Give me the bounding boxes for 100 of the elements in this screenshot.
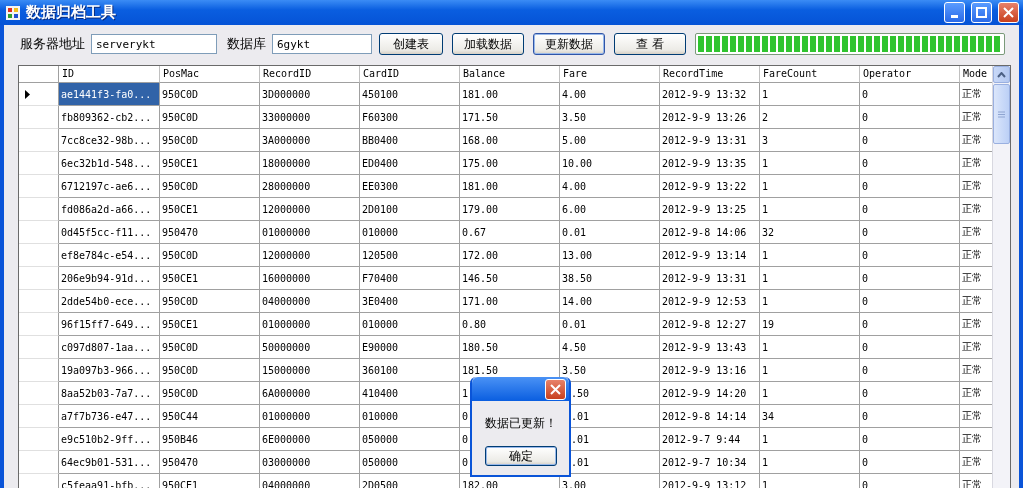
table-cell: F60300 [360,106,460,129]
close-button[interactable] [545,378,566,400]
table-cell: BB0400 [360,129,460,152]
table-cell: 3.50 [560,359,660,382]
table-cell: 2012-9-9 13:16 [660,359,760,382]
table-cell: 2012-9-8 12:27 [660,313,760,336]
grip-icon [998,110,1005,118]
table-cell: 2012-9-9 14:20 [660,382,760,405]
table-cell: F70400 [360,267,460,290]
toolbar-button[interactable]: 创建表 [379,33,443,55]
table-cell: 2012-9-9 12:53 [660,290,760,313]
table-cell: 16000000 [260,267,360,290]
table-cell: 010000 [360,221,460,244]
table-cell: 0 [860,267,960,290]
table-cell: 1 [760,474,860,488]
table-cell: 4.00 [560,83,660,106]
table-cell: 6.00 [560,198,660,221]
table-cell: 2D0100 [360,198,460,221]
table-cell: 950C0D [160,382,260,405]
table-cell: 0 [860,244,960,267]
close-icon [550,383,561,395]
table-cell: 0 [860,359,960,382]
minimize-button[interactable] [944,2,965,23]
table-cell: 181.00 [460,83,560,106]
toolbar-button[interactable]: 查 看 [614,33,686,55]
table-cell: 950C0D [160,336,260,359]
table-cell: 1 [760,382,860,405]
table-cell: 64ec9b01-531... [59,451,160,474]
table-cell: 010000 [360,313,460,336]
scroll-up-icon [997,71,1006,78]
table-cell: 950C0D [160,359,260,382]
database-label: 数据库 [227,35,266,53]
table-cell: EE0300 [360,175,460,198]
table-cell: 04000000 [260,474,360,488]
table-cell: 0 [860,198,960,221]
table-cell: 1 [760,359,860,382]
table-cell: 19a097b3-966... [59,359,160,382]
table-cell: 0 [860,313,960,336]
table-cell: 3 [760,129,860,152]
table-cell: 38.50 [560,267,660,290]
table-cell: 3D000000 [260,83,360,106]
table-cell: E90000 [360,336,460,359]
table-cell: 6E000000 [260,428,360,451]
table-cell: ED0400 [360,152,460,175]
table-cell: 3.00 [560,474,660,488]
server-label: 服务器地址 [20,35,85,53]
table-cell: 3.50 [560,106,660,129]
table-cell: 206e9b94-91d... [59,267,160,290]
table-cell: 01000000 [260,313,360,336]
table-cell: 5.00 [560,129,660,152]
table-cell: 2012-9-9 13:43 [660,336,760,359]
table-cell: 0.80 [460,313,560,336]
toolbar-button[interactable]: 更新数据 [533,33,605,55]
table-cell: c097d807-1aa... [59,336,160,359]
table-cell: 0 [860,221,960,244]
table-cell: 2 [760,106,860,129]
table-cell: 0 [860,382,960,405]
maximize-button[interactable] [971,2,992,23]
table-cell: 950470 [160,451,260,474]
app-icon [6,5,20,20]
table-cell: 410400 [360,382,460,405]
table-cell: 19 [760,313,860,336]
table-cell: 2012-9-9 13:25 [660,198,760,221]
table-cell: 010000 [360,405,460,428]
table-cell: 12000000 [260,244,360,267]
table-cell: 950CE1 [160,474,260,488]
table-cell: 28000000 [260,175,360,198]
table-cell: 18000000 [260,152,360,175]
table-cell: 01000000 [260,221,360,244]
table-cell: 1 [760,244,860,267]
table-cell: 3E0400 [360,290,460,313]
toolbar-button[interactable]: 加载数据 [452,33,524,55]
row-header[interactable] [19,83,59,106]
table-cell: 950CE1 [160,152,260,175]
table-cell: 950C0D [160,83,260,106]
database-field[interactable]: 6gykt [272,34,372,54]
close-icon [1003,7,1014,18]
table-cell: 0 [860,428,960,451]
table-cell: 6ec32b1d-548... [59,152,160,175]
close-button[interactable] [998,2,1019,23]
table-cell: 171.00 [460,290,560,313]
server-field[interactable]: serverykt [91,34,217,54]
table-cell: 0 [860,106,960,129]
table-cell: 1 [760,152,860,175]
table-cell: 6712197c-ae6... [59,175,160,198]
table-cell: 950CE1 [160,198,260,221]
table-cell: 3A000000 [260,129,360,152]
table-cell: 1 [760,336,860,359]
table-cell: 181.00 [460,175,560,198]
table-cell: 450100 [360,83,460,106]
ok-button[interactable]: 确定 [484,446,557,466]
table-cell: 180.50 [460,336,560,359]
table-cell: 2012-9-9 13:32 [660,83,760,106]
table-cell: 0 [860,129,960,152]
table-cell: 950470 [160,221,260,244]
table-cell: 8aa52b03-7a7... [59,382,160,405]
table-cell: 168.00 [460,129,560,152]
table-cell: 0 [860,474,960,488]
scrollbar[interactable] [992,66,1010,488]
table-cell: c5feaa91-bfb... [59,474,160,488]
